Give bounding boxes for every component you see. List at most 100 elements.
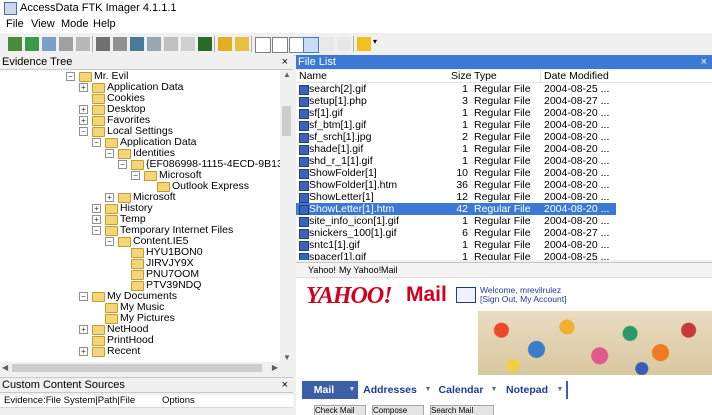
file-list-row[interactable]: spacer[1].gif 1 Regular File 2004-08-25 ... (296, 251, 616, 260)
tree-item[interactable]: PrintHood (0, 335, 280, 346)
chevron-down-icon[interactable]: ▼ (422, 381, 434, 399)
toolbar-dropdown-icon[interactable]: ▾ (373, 37, 387, 51)
expand-icon[interactable]: + (105, 193, 114, 202)
file-name: search[2].gif (309, 83, 367, 95)
yahoo-tab-calendar[interactable]: Calendar (434, 381, 488, 399)
column-date-modified[interactable]: Date Modified (544, 70, 609, 82)
tree-item[interactable]: HYU1BON0 (0, 247, 280, 258)
file-list-close-button[interactable]: × (701, 55, 707, 69)
tree-horizontal-scrollbar[interactable]: ◀ ▶ (0, 362, 280, 374)
menu-mode[interactable]: Mode (61, 18, 89, 30)
column-name[interactable]: Name (299, 70, 327, 82)
file-list-row[interactable]: site_info_icon[1].gif 1 Regular File 2004-0… (296, 215, 616, 227)
collapse-icon[interactable]: − (131, 171, 140, 180)
add-to-custom-content-icon[interactable] (147, 37, 161, 51)
custom-content-close-button[interactable]: × (282, 378, 288, 392)
auto-view-icon[interactable] (303, 37, 319, 53)
hex-view-icon[interactable] (337, 37, 351, 51)
custom-content-col-evidence[interactable]: Evidence:File System|Path|File (4, 395, 135, 407)
export-directory-listing-icon[interactable] (255, 37, 271, 53)
remove-all-evidence-icon[interactable] (76, 37, 90, 51)
column-size[interactable]: Size (451, 70, 471, 82)
add-all-evidence-icon[interactable] (25, 37, 39, 51)
yahoo-nav-my-yahoo[interactable]: My Yahoo! (339, 265, 381, 275)
yahoo-nav-mail[interactable]: Mail (381, 265, 398, 275)
scroll-left-icon[interactable]: ◀ (2, 363, 8, 372)
yahoo-tab-addresses[interactable]: Addresses (358, 381, 422, 399)
collapse-icon[interactable]: − (66, 72, 75, 81)
tree-horizontal-scroll-thumb[interactable] (12, 364, 262, 372)
file-icon (299, 181, 309, 191)
folder-icon (79, 72, 92, 82)
file-list-row[interactable]: shd_r_1[1].gif 1 Regular File 2004-08-20 ..… (296, 155, 616, 167)
column-type[interactable]: Type (474, 70, 497, 82)
create-custom-content-icon[interactable] (164, 37, 178, 51)
menu-file[interactable]: File (6, 18, 24, 30)
file-list-row[interactable]: search[2].gif 1 Regular File 2004-08-25 ... (296, 83, 616, 95)
collapse-icon[interactable]: − (92, 138, 101, 147)
image-mounting-icon[interactable] (42, 37, 56, 51)
yahoo-tab-notepad[interactable]: Notepad (500, 381, 554, 399)
menu-view[interactable]: View (31, 18, 55, 30)
chevron-down-icon[interactable]: ▼ (554, 381, 566, 399)
collapse-icon[interactable]: − (118, 160, 127, 169)
export-disk-image-icon[interactable] (113, 37, 127, 51)
file-list-row[interactable]: ShowFolder[1].htm 36 Regular File 2004-08-2… (296, 179, 616, 191)
collapse-icon[interactable]: − (92, 226, 101, 235)
verify-drive-icon[interactable] (181, 37, 195, 51)
tree-item[interactable]: −{EF086998-1115-4ECD-9B13-9AD0 (0, 159, 280, 170)
evidence-tree-close-button[interactable]: × (282, 55, 288, 69)
file-list-row[interactable]: snickers_100[1].gif 6 Regular File 2004-08-… (296, 227, 616, 239)
tree-vertical-scroll-thumb[interactable] (282, 106, 291, 136)
expand-icon[interactable]: + (79, 116, 88, 125)
collapse-icon[interactable]: − (105, 149, 114, 158)
collapse-icon[interactable]: − (79, 292, 88, 301)
expand-icon[interactable]: + (92, 215, 101, 224)
export-files-icon[interactable] (218, 37, 232, 51)
file-list-row[interactable]: ShowLetter[1] 12 Regular File 2004-08-20 ..… (296, 191, 616, 203)
tree-item[interactable]: JIRVJY9X (0, 258, 280, 269)
file-list-row[interactable]: setup[1].php 3 Regular File 2004-08-27 ... (296, 95, 616, 107)
yahoo-logo: YAHOO! (306, 283, 393, 309)
file-list-row[interactable]: sntc1[1].gif 1 Regular File 2004-08-20 ... (296, 239, 616, 251)
create-disk-image-icon[interactable] (96, 37, 110, 51)
file-list-row[interactable]: ShowFolder[1] 10 Regular File 2004-08-20 ..… (296, 167, 616, 179)
collapse-icon[interactable]: − (79, 127, 88, 136)
tree-item[interactable]: PNU7OOM (0, 269, 280, 280)
yahoo-tab-mail[interactable]: Mail (302, 381, 346, 399)
menu-help[interactable]: Help (93, 18, 116, 30)
file-list-row[interactable]: sf_srch[1].jpg 2 Regular File 2004-08-20 ..… (296, 131, 616, 143)
expand-icon[interactable]: + (79, 105, 88, 114)
expand-icon[interactable]: + (79, 347, 88, 356)
remove-evidence-icon[interactable] (59, 37, 73, 51)
tree-vertical-scrollbar[interactable]: ▲ ▼ (280, 70, 293, 362)
yahoo-nav-yahoo[interactable]: Yahoo! (308, 265, 336, 275)
file-list-row[interactable]: shade[1].gif 1 Regular File 2004-08-20 ... (296, 143, 616, 155)
export-hash-list-icon[interactable] (235, 37, 249, 51)
custom-content-col-options[interactable]: Options (162, 395, 195, 407)
scroll-right-icon[interactable]: ▶ (272, 363, 278, 372)
collapse-icon[interactable]: − (105, 237, 114, 246)
expand-icon[interactable]: + (92, 204, 101, 213)
folder-icon (92, 116, 105, 126)
tree-item[interactable]: + Recent (0, 346, 280, 357)
file-list-row[interactable]: sf[1].gif 1 Regular File 2004-08-20 ... (296, 107, 616, 119)
text-view-icon[interactable] (320, 37, 334, 51)
file-list-row[interactable]: ShowLetter[1].htm 42 Regular File 2004-08-2… (296, 203, 616, 215)
yahoo-sign-out-link[interactable]: [Sign Out, My Account] (480, 294, 566, 304)
export-logical-image-icon[interactable] (130, 37, 144, 51)
chevron-down-icon[interactable]: ▼ (346, 381, 358, 399)
scroll-up-icon[interactable]: ▲ (283, 70, 291, 79)
chevron-down-icon[interactable]: ▼ (488, 381, 500, 399)
file-name: ShowFolder[1].htm (309, 179, 398, 191)
add-evidence-icon[interactable] (8, 37, 22, 51)
help-icon[interactable] (357, 37, 371, 51)
expand-icon[interactable]: + (79, 325, 88, 334)
file-name: shade[1].gif (309, 143, 364, 155)
expand-icon[interactable]: + (79, 83, 88, 92)
scroll-down-icon[interactable]: ▼ (283, 353, 291, 362)
document-icon[interactable] (272, 37, 288, 53)
capture-memory-icon[interactable] (198, 37, 212, 51)
file-list-row[interactable]: sf_btm[1].gif 1 Regular File 2004-08-20 ... (296, 119, 616, 131)
tree-item[interactable]: − Content.IE5 (0, 236, 280, 247)
